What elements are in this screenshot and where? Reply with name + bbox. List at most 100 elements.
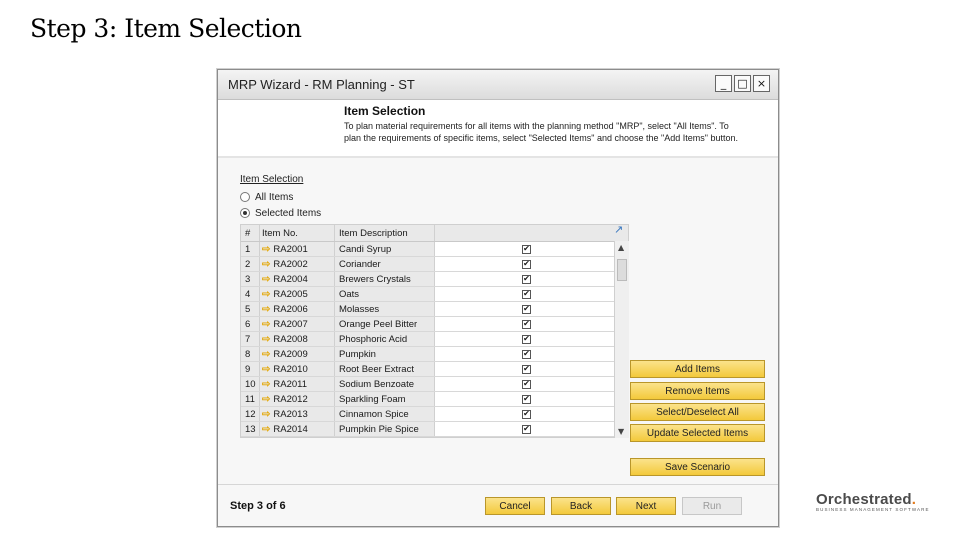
step-indicator: Step 3 of 6 [230, 500, 286, 512]
item-description: Molasses [335, 302, 435, 316]
row-checkbox[interactable]: ✔ [522, 319, 531, 329]
cancel-button[interactable]: Cancel [485, 497, 545, 515]
table-row[interactable]: 6 ⇨ RA2007 Orange Peel Bitter ✔ [241, 317, 628, 332]
item-no-cell[interactable]: ⇨ RA2006 [260, 302, 335, 316]
table-row[interactable]: 2 ⇨ RA2002 Coriander ✔ [241, 257, 628, 272]
item-no-cell[interactable]: ⇨ RA2012 [260, 392, 335, 406]
row-number: 10 [241, 377, 260, 391]
logo-dot: . [911, 491, 917, 508]
link-arrow-icon[interactable]: ⇨ [262, 424, 270, 435]
table-row[interactable]: 4 ⇨ RA2005 Oats ✔ [241, 287, 628, 302]
col-header-item-description[interactable]: Item Description [335, 225, 435, 241]
col-header-num[interactable]: # [241, 225, 260, 241]
col-header-selected[interactable] [435, 225, 628, 241]
col-header-item-no[interactable]: Item No. [260, 225, 335, 241]
item-no: RA2001 [273, 243, 308, 255]
add-items-button[interactable]: Add Items [630, 360, 765, 378]
update-selected-items-button[interactable]: Update Selected Items [630, 424, 765, 442]
step-description: To plan material requirements for all it… [344, 121, 738, 143]
minimize-button[interactable]: _ [715, 75, 732, 92]
table-row[interactable]: 8 ⇨ RA2009 Pumpkin ✔ [241, 347, 628, 362]
link-arrow-icon[interactable]: ⇨ [262, 289, 270, 300]
scroll-thumb[interactable] [617, 259, 627, 281]
link-arrow-icon[interactable]: ⇨ [262, 334, 270, 345]
close-button[interactable]: × [753, 75, 770, 92]
table-row[interactable]: 9 ⇨ RA2010 Root Beer Extract ✔ [241, 362, 628, 377]
item-no: RA2005 [273, 288, 308, 300]
table-row[interactable]: 13 ⇨ RA2014 Pumpkin Pie Spice ✔ [241, 422, 628, 437]
table-row[interactable]: 11 ⇨ RA2012 Sparkling Foam ✔ [241, 392, 628, 407]
scroll-down-icon[interactable]: ▼ [618, 427, 624, 436]
item-no-cell[interactable]: ⇨ RA2005 [260, 287, 335, 301]
item-no-cell[interactable]: ⇨ RA2004 [260, 272, 335, 286]
selected-cell: ✔ [435, 377, 628, 391]
link-arrow-icon[interactable]: ⇨ [262, 304, 270, 315]
save-scenario-button[interactable]: Save Scenario [630, 458, 765, 476]
item-no-cell[interactable]: ⇨ RA2002 [260, 257, 335, 271]
row-checkbox[interactable]: ✔ [522, 424, 531, 434]
expand-icon[interactable]: ↗ [614, 224, 626, 236]
row-checkbox[interactable]: ✔ [522, 364, 531, 374]
row-checkbox[interactable]: ✔ [522, 334, 531, 344]
all-items-radio[interactable] [240, 192, 250, 202]
row-checkbox[interactable]: ✔ [522, 244, 531, 254]
row-checkbox[interactable]: ✔ [522, 409, 531, 419]
step-heading: Item Selection [344, 104, 426, 118]
item-no-cell[interactable]: ⇨ RA2007 [260, 317, 335, 331]
table-row[interactable]: 3 ⇨ RA2004 Brewers Crystals ✔ [241, 272, 628, 287]
select-deselect-all-button[interactable]: Select/Deselect All [630, 403, 765, 421]
item-no: RA2012 [273, 393, 308, 405]
all-items-radio-row[interactable]: All Items [240, 189, 321, 205]
item-no-cell[interactable]: ⇨ RA2009 [260, 347, 335, 361]
item-no-cell[interactable]: ⇨ RA2001 [260, 242, 335, 256]
item-description: Sodium Benzoate [335, 377, 435, 391]
link-arrow-icon[interactable]: ⇨ [262, 409, 270, 420]
selected-cell: ✔ [435, 347, 628, 361]
link-arrow-icon[interactable]: ⇨ [262, 364, 270, 375]
wizard-header: Item Selection To plan material requirem… [218, 100, 778, 158]
next-button[interactable]: Next [616, 497, 676, 515]
item-no-cell[interactable]: ⇨ RA2013 [260, 407, 335, 421]
scroll-up-icon[interactable]: ▲ [618, 243, 624, 252]
item-no-cell[interactable]: ⇨ RA2014 [260, 422, 335, 436]
item-no-cell[interactable]: ⇨ RA2008 [260, 332, 335, 346]
grid-body: 1 ⇨ RA2001 Candi Syrup ✔ 2 ⇨ RA2002 Coriander ✔ 3 ⇨… [241, 242, 628, 437]
selected-items-radio[interactable] [240, 208, 250, 218]
item-description: Cinnamon Spice [335, 407, 435, 421]
title-bar[interactable]: MRP Wizard - RM Planning - ST _ □ × [218, 70, 778, 100]
orchestrated-logo: Orchestrated. BUSINESS MANAGEMENT SOFTWA… [816, 491, 936, 512]
item-selection-label: Item Selection [240, 174, 304, 185]
table-row[interactable]: 1 ⇨ RA2001 Candi Syrup ✔ [241, 242, 628, 257]
run-button[interactable]: Run [682, 497, 742, 515]
row-checkbox[interactable]: ✔ [522, 259, 531, 269]
link-arrow-icon[interactable]: ⇨ [262, 244, 270, 255]
row-checkbox[interactable]: ✔ [522, 349, 531, 359]
link-arrow-icon[interactable]: ⇨ [262, 394, 270, 405]
link-arrow-icon[interactable]: ⇨ [262, 349, 270, 360]
table-row[interactable]: 5 ⇨ RA2006 Molasses ✔ [241, 302, 628, 317]
link-arrow-icon[interactable]: ⇨ [262, 319, 270, 330]
selected-cell: ✔ [435, 317, 628, 331]
back-button[interactable]: Back [551, 497, 611, 515]
row-checkbox[interactable]: ✔ [522, 274, 531, 284]
maximize-button[interactable]: □ [734, 75, 751, 92]
remove-items-button[interactable]: Remove Items [630, 382, 765, 400]
selected-items-radio-row[interactable]: Selected Items [240, 205, 321, 221]
item-no-cell[interactable]: ⇨ RA2011 [260, 377, 335, 391]
row-checkbox[interactable]: ✔ [522, 289, 531, 299]
table-row[interactable]: 7 ⇨ RA2008 Phosphoric Acid ✔ [241, 332, 628, 347]
table-row[interactable]: 10 ⇨ RA2011 Sodium Benzoate ✔ [241, 377, 628, 392]
row-checkbox[interactable]: ✔ [522, 304, 531, 314]
row-number: 3 [241, 272, 260, 286]
item-description: Brewers Crystals [335, 272, 435, 286]
link-arrow-icon[interactable]: ⇨ [262, 274, 270, 285]
window-title: MRP Wizard - RM Planning - ST [228, 77, 415, 92]
table-row[interactable]: 12 ⇨ RA2013 Cinnamon Spice ✔ [241, 407, 628, 422]
item-description: Candi Syrup [335, 242, 435, 256]
grid-scrollbar[interactable]: ▲ ▼ [614, 241, 629, 438]
link-arrow-icon[interactable]: ⇨ [262, 259, 270, 270]
link-arrow-icon[interactable]: ⇨ [262, 379, 270, 390]
row-checkbox[interactable]: ✔ [522, 394, 531, 404]
row-checkbox[interactable]: ✔ [522, 379, 531, 389]
item-no-cell[interactable]: ⇨ RA2010 [260, 362, 335, 376]
